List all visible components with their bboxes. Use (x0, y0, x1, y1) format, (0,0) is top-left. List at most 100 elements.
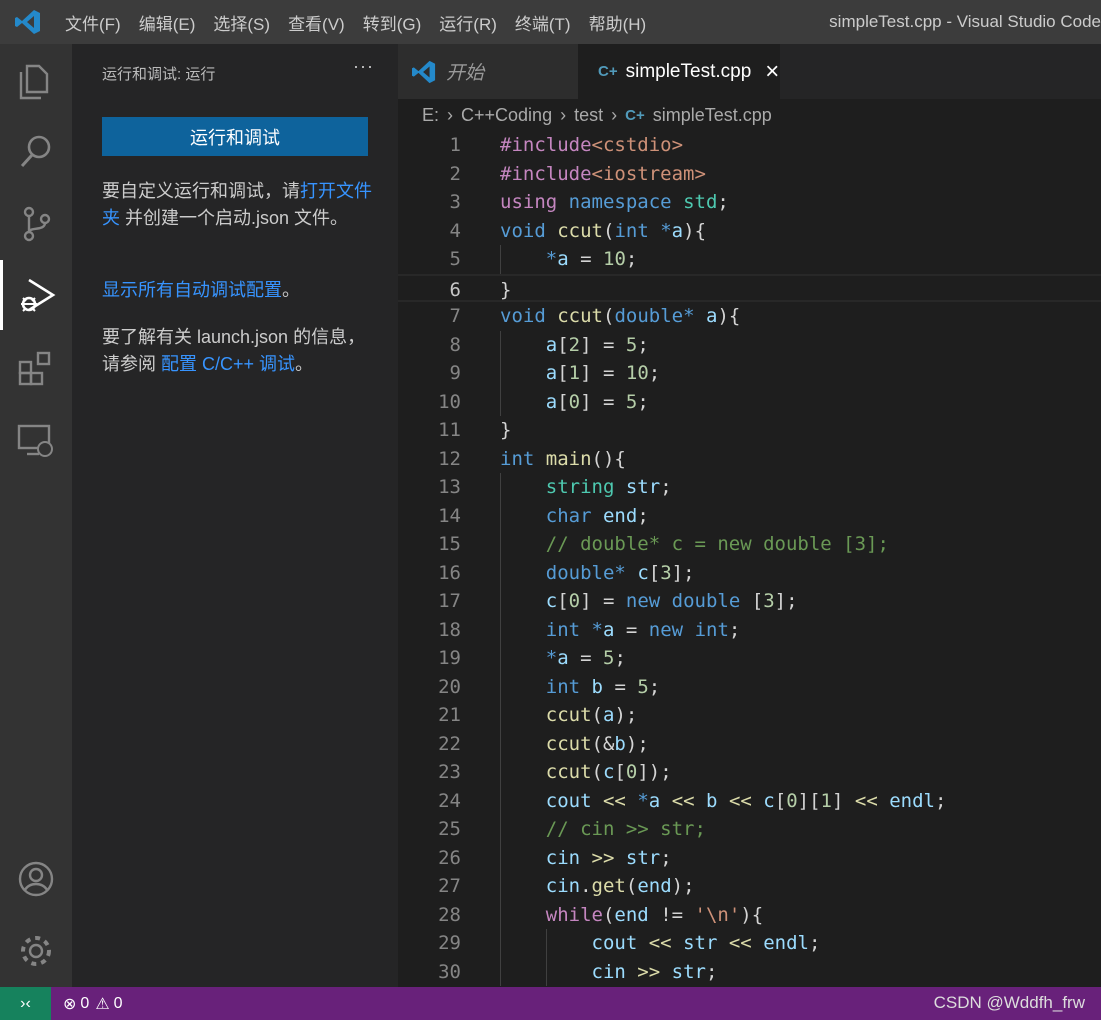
menu-item[interactable]: 选择(S) (204, 10, 279, 35)
configure-cpp-debug-link[interactable]: 配置 C/C++ 调试 (161, 354, 295, 374)
breadcrumb-folder[interactable]: C++Coding (461, 105, 552, 126)
code-token: >> (637, 960, 661, 983)
code-token: ); (671, 875, 695, 897)
run-and-debug-button[interactable]: 运行和调试 (102, 117, 368, 156)
menu-item[interactable]: 帮助(H) (580, 10, 656, 35)
code-line: 22 ccut(&b); (398, 730, 1101, 759)
tab-welcome[interactable]: 开始 (398, 44, 578, 99)
code-token: 1 (568, 362, 581, 384)
code-token: ] = (580, 590, 626, 612)
code-text: int *a = new int; (500, 616, 741, 645)
line-number: 29 (438, 932, 461, 954)
run-debug-icon[interactable] (0, 260, 72, 330)
code-token: // double* c = new double [3]; (545, 533, 889, 555)
account-icon[interactable] (0, 844, 72, 914)
code-text: int main(){ (500, 445, 626, 474)
menu-item[interactable]: 终端(T) (506, 10, 580, 35)
code-text: c[0] = new double [3]; (500, 587, 798, 616)
code-token: ( (602, 305, 615, 327)
code-token: = (568, 248, 603, 270)
code-text: using namespace std; (500, 188, 729, 217)
search-icon[interactable] (0, 116, 72, 186)
code-token: a (602, 704, 615, 726)
code-token: ){ (717, 305, 741, 327)
code-token: a (557, 647, 569, 669)
close-tab-icon[interactable]: × (765, 58, 779, 86)
code-token: ; (614, 647, 626, 669)
explorer-icon[interactable] (0, 46, 72, 116)
line-number: 25 (438, 818, 461, 840)
line-number: 22 (438, 732, 461, 755)
code-token: (){ (591, 447, 626, 470)
indent-guide (500, 473, 501, 986)
code-token: ; (660, 846, 672, 869)
breadcrumb-drive[interactable]: E: (422, 105, 439, 126)
show-all-configs-link[interactable]: 显示所有自动调试配置 (102, 280, 282, 300)
settings-gear-icon[interactable] (0, 916, 72, 986)
code-token: 5 (625, 390, 638, 413)
code-line: 29 cout << str << endl; (398, 929, 1101, 958)
code-text: } (500, 416, 511, 445)
code-text: ccut(a); (500, 701, 638, 730)
code-token: double (671, 590, 741, 612)
remote-indicator-icon[interactable]: ›‹ (0, 987, 51, 1020)
source-control-icon[interactable] (0, 189, 72, 259)
extensions-icon[interactable] (0, 334, 72, 404)
code-token: endl (763, 932, 809, 954)
code-token: 1 (820, 789, 832, 812)
more-actions-icon[interactable]: ··· (353, 56, 374, 77)
code-token: ]); (637, 761, 672, 783)
code-token: str (671, 960, 706, 983)
code-token: ccut (557, 219, 603, 242)
menu-item[interactable]: 查看(V) (279, 10, 354, 35)
code-token: string (545, 476, 615, 498)
code-token: << (648, 932, 672, 954)
breadcrumb-folder[interactable]: test (574, 105, 603, 126)
code-editor[interactable]: 1 #include<cstdio> 2 #include<iostream> 3 usi… (398, 131, 1101, 987)
code-token: . (580, 875, 592, 897)
cpp-file-icon: C+ (625, 106, 645, 124)
code-text: ccut(c[0]); (500, 758, 672, 787)
line-number: 5 (449, 248, 461, 270)
code-text: a[2] = 5; (500, 331, 649, 360)
menu-item[interactable]: 编辑(E) (130, 10, 205, 35)
code-token: cin (545, 875, 581, 897)
menu-item[interactable]: 转到(G) (354, 10, 431, 35)
code-token: ); (614, 704, 638, 726)
cpp-file-icon: C+ (598, 63, 618, 80)
code-token: ; (934, 789, 947, 812)
code-text: double* c[3]; (500, 559, 695, 588)
code-token: endl (889, 789, 935, 812)
line-number: 11 (438, 419, 461, 441)
tab-simpletest-cpp[interactable]: C+ simpleTest.cpp × (578, 44, 780, 99)
code-token: double (614, 305, 684, 327)
code-line: 7 void ccut(double* a){ (398, 302, 1101, 331)
code-token: ( (591, 761, 603, 783)
line-number: 3 (449, 191, 461, 213)
code-token: end (637, 875, 672, 897)
status-bar: ›‹ ⊗ 0 ⚠ 0 CSDN @Wddfh_frw (0, 987, 1101, 1020)
code-token: get (591, 875, 626, 897)
code-token: ; (808, 932, 821, 954)
indent-guide (500, 330, 501, 416)
menu-item[interactable]: 文件(F) (56, 10, 130, 35)
problems-indicator[interactable]: ⊗ 0 ⚠ 0 (63, 994, 123, 1014)
breadcrumb-file[interactable]: simpleTest.cpp (653, 105, 772, 126)
code-token: << (728, 789, 752, 812)
code-line: 21 ccut(a); (398, 701, 1101, 730)
code-text: cin.get(end); (500, 872, 695, 901)
remote-explorer-icon[interactable] (0, 406, 72, 476)
menu-item[interactable]: 运行(R) (430, 10, 506, 35)
line-number: 8 (449, 333, 461, 356)
